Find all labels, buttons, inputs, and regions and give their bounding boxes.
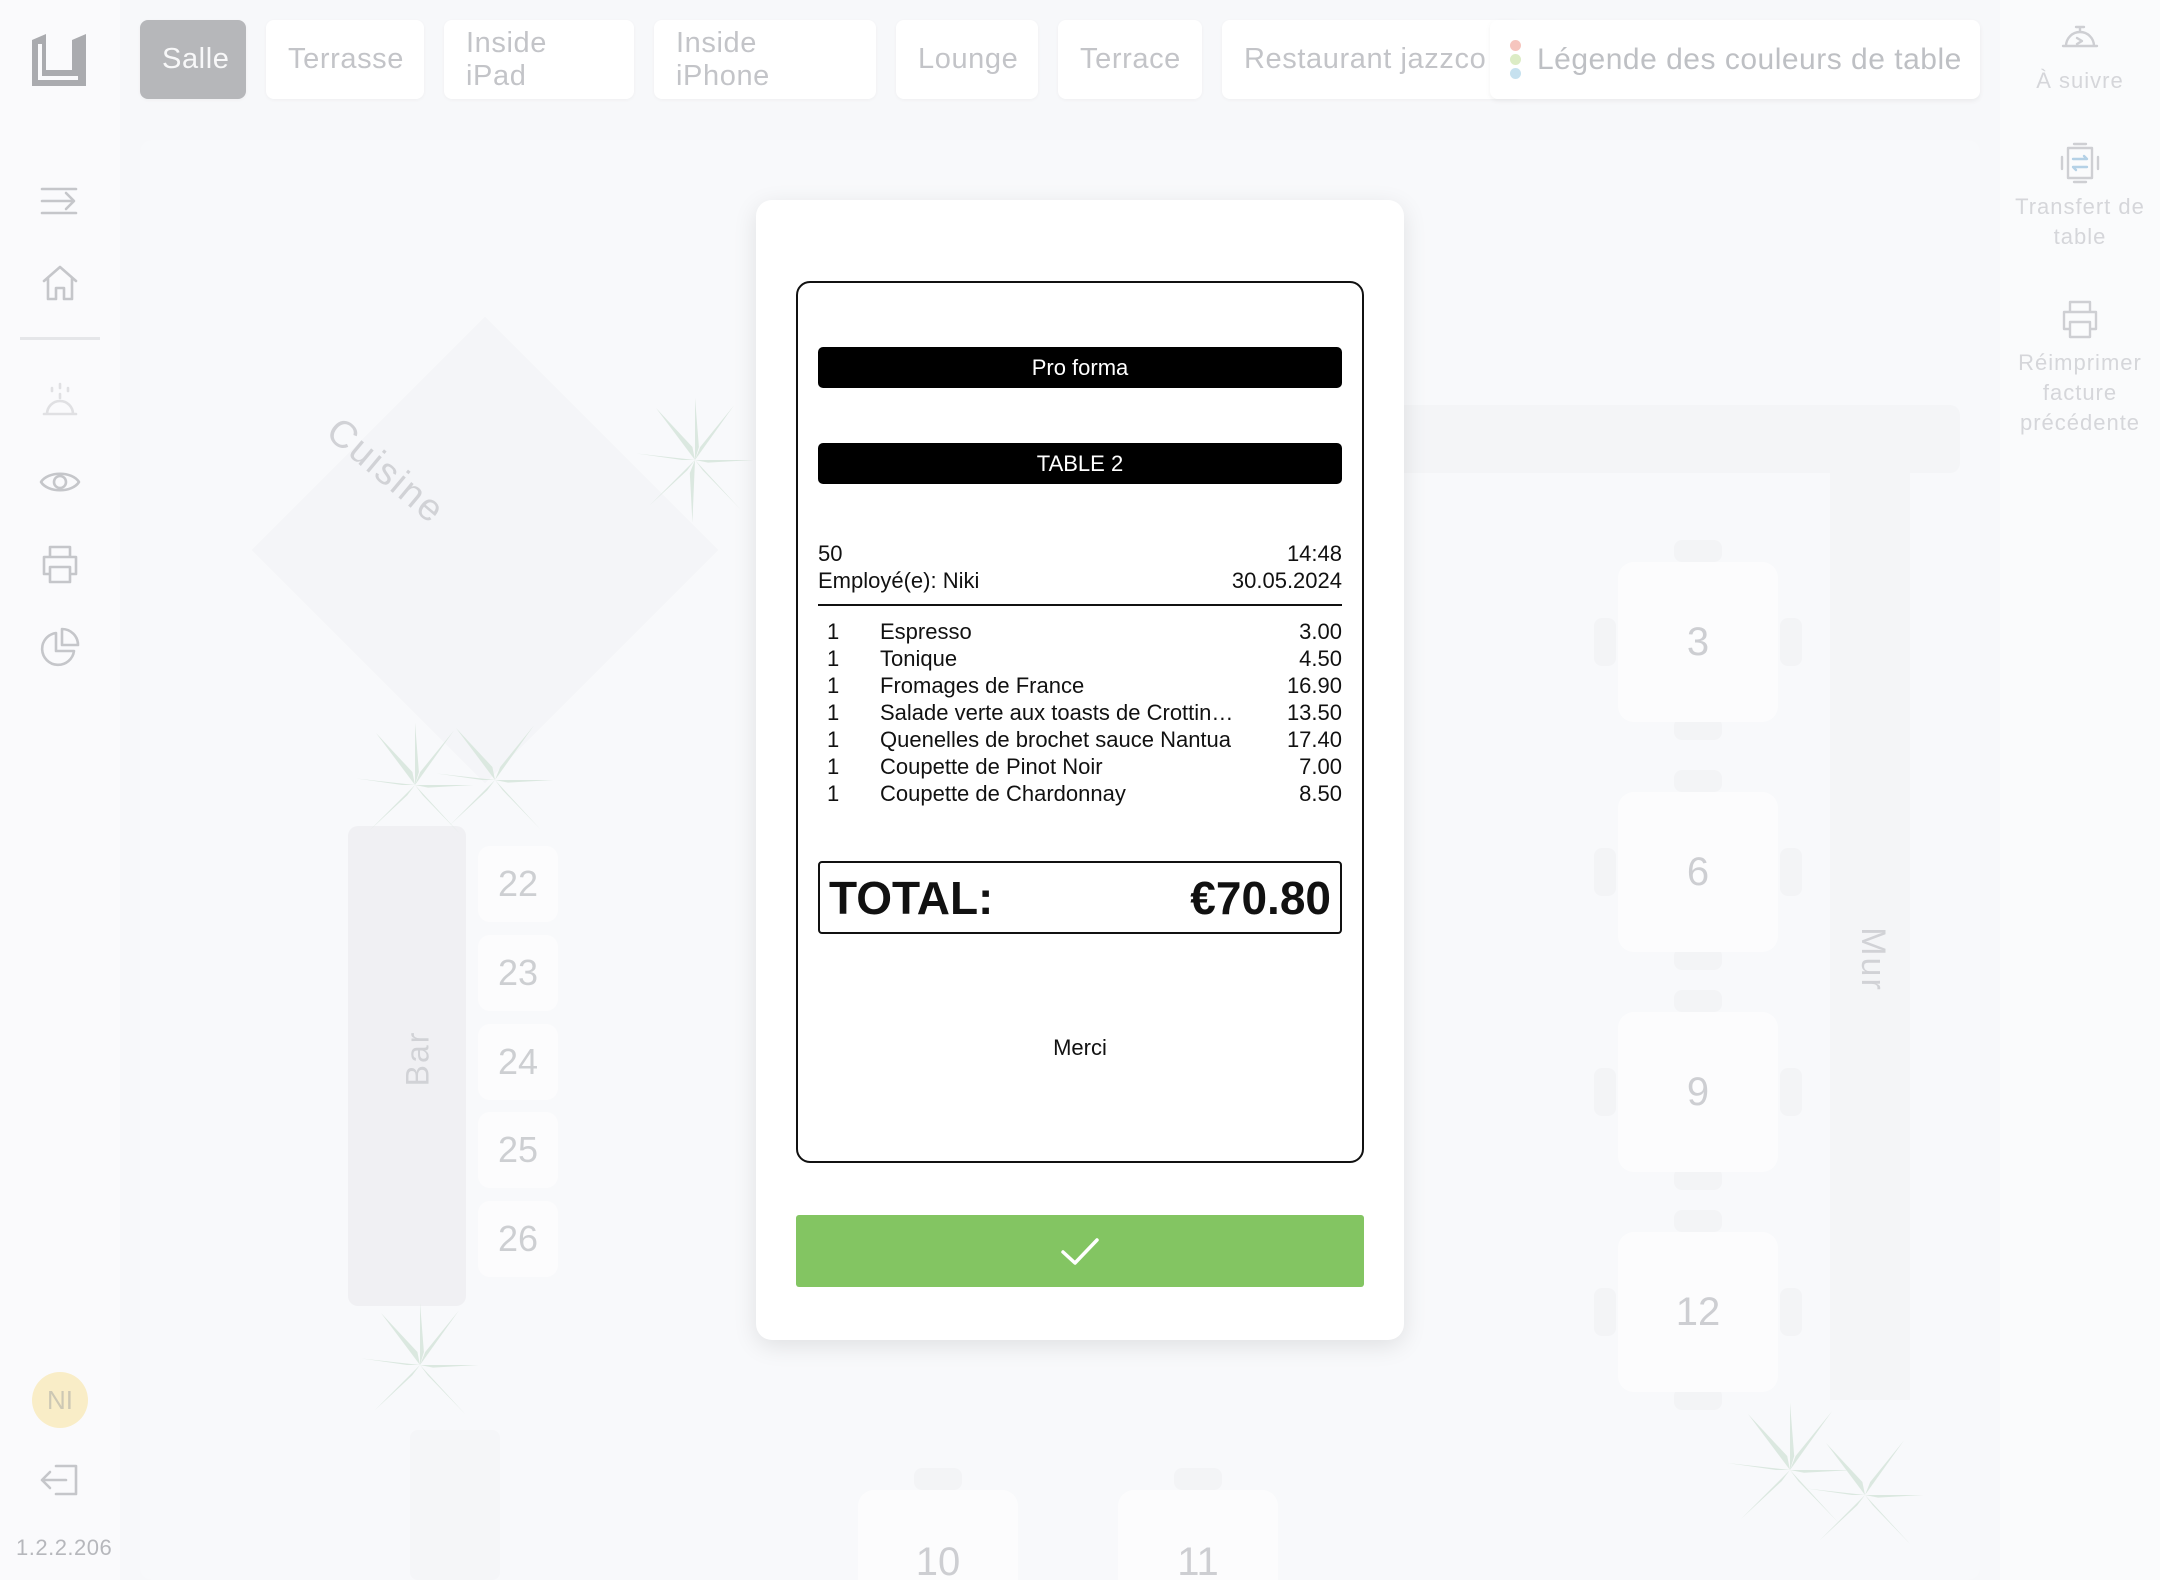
- receipt-number: 50: [818, 541, 843, 566]
- receipt: Pro forma TABLE 2 50 14:48 Employé(e): N…: [796, 281, 1364, 1163]
- item-qty: 1: [827, 727, 840, 752]
- receipt-time: 14:48: [1286, 541, 1342, 566]
- item-price: 16.90: [1286, 673, 1342, 698]
- item-name: Espresso: [880, 619, 972, 644]
- item-name: Tonique: [880, 646, 958, 671]
- item-name: Coupette de Pinot Noir: [880, 754, 1103, 779]
- item-price: 3.00: [1299, 619, 1342, 644]
- item-name: Coupette de Chardonnay: [880, 781, 1126, 806]
- item-name: Fromages de France: [880, 673, 1085, 698]
- item-qty: 1: [827, 700, 840, 725]
- receipt-employee-row: Employé(e): Niki 30.05.2024: [818, 568, 1342, 594]
- receipt-total: TOTAL: €70.80: [818, 861, 1342, 934]
- receipt-item-row: 1 Fromages de France 16.90: [818, 673, 1342, 700]
- receipt-item-row: 1 Coupette de Chardonnay 8.50: [818, 781, 1342, 808]
- receipt-item-row: 1 Salade verte aux toasts de Crottin de …: [818, 700, 1342, 727]
- receipt-footer: Merci: [1053, 1035, 1107, 1060]
- item-qty: 1: [827, 781, 840, 806]
- receipt-item-row: 1 Espresso 3.00: [818, 619, 1342, 646]
- item-qty: 1: [827, 754, 840, 779]
- receipt-date: 30.05.2024: [1231, 568, 1342, 593]
- item-price: 17.40: [1286, 727, 1342, 752]
- item-qty: 1: [827, 619, 840, 644]
- item-qty: 1: [827, 673, 840, 698]
- receipt-item-row: 1 Tonique 4.50: [818, 646, 1342, 673]
- item-price: 7.00: [1299, 754, 1342, 779]
- confirm-button[interactable]: [796, 1215, 1364, 1287]
- checkmark-icon: [1061, 1238, 1099, 1265]
- total-label: TOTAL:: [829, 871, 994, 924]
- total-value: €70.80: [1190, 871, 1331, 924]
- item-name: Salade verte aux toasts de Crottin de Ch…: [880, 700, 1235, 725]
- receipt-employee: Employé(e): Niki: [818, 568, 980, 593]
- receipt-table-label: TABLE 2: [818, 443, 1342, 484]
- item-qty: 1: [827, 646, 840, 671]
- receipt-item-row: 1 Quenelles de brochet sauce Nantua 17.4…: [818, 727, 1342, 754]
- item-price: 8.50: [1299, 781, 1342, 806]
- receipt-title: Pro forma: [818, 347, 1342, 388]
- receipt-preview-modal: Pro forma TABLE 2 50 14:48 Employé(e): N…: [756, 200, 1404, 1340]
- item-price: 13.50: [1286, 700, 1342, 725]
- item-price: 4.50: [1299, 646, 1342, 671]
- receipt-item-row: 1 Coupette de Pinot Noir 7.00: [818, 754, 1342, 781]
- receipt-number-row: 50 14:48: [818, 541, 1342, 567]
- receipt-separator: [818, 604, 1342, 606]
- item-name: Quenelles de brochet sauce Nantua: [880, 727, 1232, 752]
